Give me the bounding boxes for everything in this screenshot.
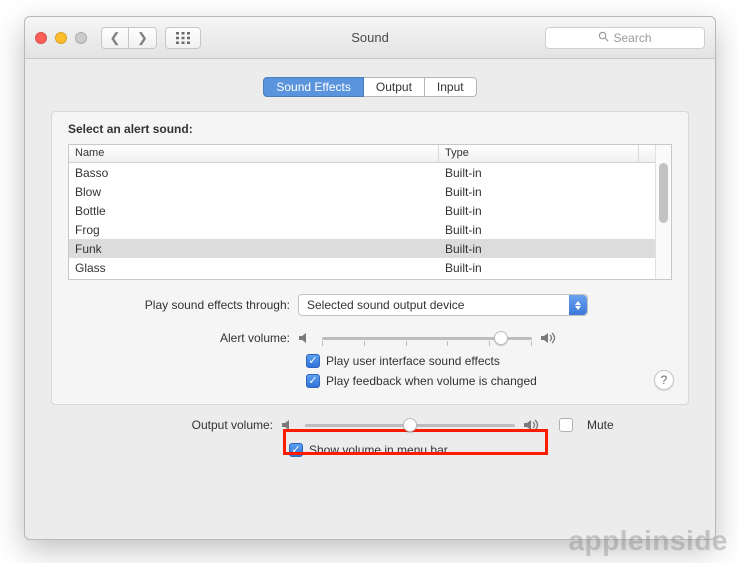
table-row[interactable]: FrogBuilt-in (69, 220, 655, 239)
scrollbar-thumb[interactable] (659, 163, 668, 223)
search-field[interactable]: Search (545, 27, 705, 49)
cell-type: Built-in (439, 260, 655, 276)
window-titlebar: ❮ ❯ Sound Search (25, 17, 715, 59)
tab-label: Input (437, 80, 464, 94)
feedback-label: Play feedback when volume is changed (326, 374, 537, 388)
play-through-row: Play sound effects through: Selected sou… (68, 294, 672, 316)
column-type[interactable]: Type (439, 145, 639, 162)
cell-name: Glass (69, 260, 439, 276)
cell-name: Frog (69, 222, 439, 238)
play-through-label: Play sound effects through: (68, 298, 298, 312)
sound-effects-panel: Select an alert sound: Name Type BassoBu… (51, 111, 689, 405)
grid-icon (176, 32, 190, 44)
speaker-low-icon (298, 331, 314, 345)
mute-checkbox[interactable] (559, 418, 573, 432)
alert-sounds-table: Name Type BassoBuilt-inBlowBuilt-inBottl… (68, 144, 672, 280)
column-name[interactable]: Name (69, 145, 439, 162)
chevron-left-icon: ❮ (110, 30, 121, 46)
column-spacer (639, 145, 655, 162)
table-row[interactable]: BassoBuilt-in (69, 163, 655, 182)
close-button[interactable] (35, 32, 47, 44)
tab-label: Sound Effects (276, 80, 351, 94)
table-body: BassoBuilt-inBlowBuilt-inBottleBuilt-inF… (69, 163, 655, 279)
feedback-checkbox[interactable] (306, 374, 320, 388)
play-through-select[interactable]: Selected sound output device (298, 294, 588, 316)
select-alert-label: Select an alert sound: (68, 122, 672, 136)
tab-label: Output (376, 80, 412, 94)
speaker-high-icon (540, 331, 560, 345)
speaker-high-icon (523, 418, 543, 432)
cell-name: Bottle (69, 203, 439, 219)
content-area: Sound Effects Output Input Select an ale… (25, 59, 715, 539)
tab-bar: Sound Effects Output Input (51, 77, 689, 97)
cell-type: Built-in (439, 203, 655, 219)
help-icon: ? (661, 373, 668, 387)
cell-type: Built-in (439, 222, 655, 238)
ui-sounds-row: Play user interface sound effects (68, 354, 672, 368)
select-value: Selected sound output device (307, 298, 464, 312)
zoom-button[interactable] (75, 32, 87, 44)
output-volume-row: Output volume: Mute (51, 417, 689, 433)
show-menu-label: Show volume in menu bar (309, 443, 448, 457)
slider-knob[interactable] (403, 418, 417, 432)
table-header: Name Type (69, 145, 655, 163)
slider-knob[interactable] (494, 331, 508, 345)
chevron-right-icon: ❯ (137, 30, 148, 46)
output-volume-label: Output volume: (51, 418, 281, 432)
mute-label: Mute (587, 418, 614, 432)
tab-input[interactable]: Input (425, 77, 477, 97)
tab-sound-effects[interactable]: Sound Effects (263, 77, 364, 97)
tab-output[interactable]: Output (364, 77, 425, 97)
output-volume-slider[interactable] (305, 417, 515, 433)
help-button[interactable]: ? (654, 370, 674, 390)
traffic-lights (35, 32, 87, 44)
feedback-row: Play feedback when volume is changed (68, 374, 672, 388)
show-menu-row: Show volume in menu bar (51, 443, 689, 457)
speaker-low-icon (281, 418, 297, 432)
minimize-button[interactable] (55, 32, 67, 44)
table-row[interactable]: BottleBuilt-in (69, 201, 655, 220)
search-icon (598, 31, 609, 45)
ui-sounds-label: Play user interface sound effects (326, 354, 500, 368)
sound-preferences-window: ❮ ❯ Sound Search Sound Effect (24, 16, 716, 540)
table-row[interactable]: FunkBuilt-in (69, 239, 655, 258)
alert-volume-label: Alert volume: (68, 331, 298, 345)
show-menu-checkbox[interactable] (289, 443, 303, 457)
table-row[interactable]: GlassBuilt-in (69, 258, 655, 277)
table-row[interactable]: BlowBuilt-in (69, 182, 655, 201)
cell-name: Funk (69, 241, 439, 257)
cell-name: Blow (69, 184, 439, 200)
cell-type: Built-in (439, 241, 655, 257)
alert-volume-slider[interactable] (322, 330, 532, 346)
output-volume-section: Output volume: Mute (51, 417, 689, 457)
nav-buttons: ❮ ❯ (101, 27, 157, 49)
table-scrollbar[interactable] (655, 145, 671, 279)
ui-sounds-checkbox[interactable] (306, 354, 320, 368)
back-button[interactable]: ❮ (101, 27, 129, 49)
show-all-button[interactable] (165, 27, 201, 49)
cell-type: Built-in (439, 184, 655, 200)
alert-volume-row: Alert volume: (68, 330, 672, 346)
select-stepper-icon (569, 295, 587, 315)
cell-name: Basso (69, 165, 439, 181)
cell-type: Built-in (439, 165, 655, 181)
search-placeholder: Search (613, 31, 651, 45)
forward-button[interactable]: ❯ (129, 27, 157, 49)
